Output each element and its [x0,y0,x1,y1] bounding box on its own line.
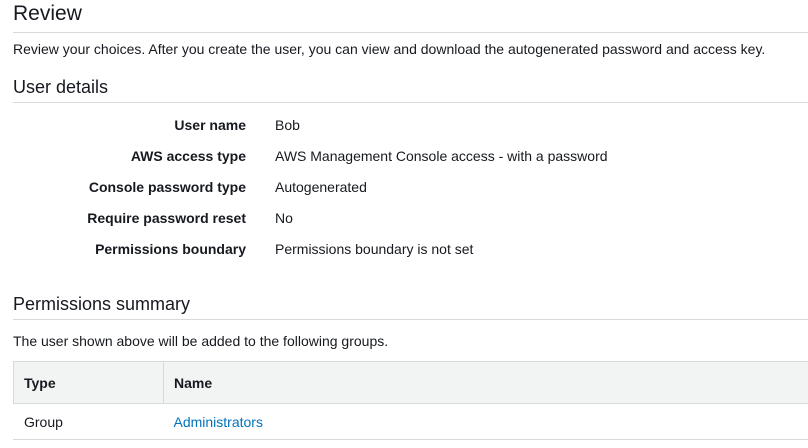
group-link-administrators[interactable]: Administrators [174,414,263,430]
permissions-intro-text: The user shown above will be added to th… [13,333,389,349]
detail-row-permissions-boundary: Permissions boundary Permissions boundar… [13,233,793,264]
detail-value: No [275,209,293,226]
detail-label: Require password reset [87,209,246,226]
column-header-name[interactable]: Name [163,361,808,404]
user-details-divider [13,102,808,103]
groups-table: Type Name Group Administrators [13,361,808,440]
page-title: Review [13,2,82,25]
cell-type: Group [13,403,164,440]
detail-row-aws-access-type: AWS access type AWS Management Console a… [13,140,793,171]
detail-label: Permissions boundary [95,240,246,257]
detail-label: AWS access type [130,147,246,164]
column-header-type[interactable]: Type [13,361,164,404]
detail-value: Autogenerated [275,178,367,195]
review-intro-text: Review your choices. After you create th… [13,41,766,57]
detail-row-console-password-type: Console password type Autogenerated [13,171,793,202]
detail-value: Permissions boundary is not set [275,240,474,257]
detail-row-user-name: User name Bob [13,109,793,140]
permissions-summary-heading: Permissions summary [13,294,191,314]
title-divider [13,32,808,33]
user-details-heading: User details [13,77,109,97]
permissions-summary-divider [13,319,808,320]
detail-value: AWS Management Console access - with a p… [275,147,608,164]
table-row: Group Administrators [13,403,808,440]
cell-name: Administrators [163,403,808,440]
detail-label: Console password type [88,178,246,195]
user-details-list: User name Bob AWS access type AWS Manage… [13,109,793,264]
detail-value: Bob [275,116,300,133]
review-page: Review Review your choices. After you cr… [0,0,808,448]
table-header-row: Type Name [13,361,808,404]
detail-row-require-password-reset: Require password reset No [13,202,793,233]
detail-label: User name [174,116,246,133]
